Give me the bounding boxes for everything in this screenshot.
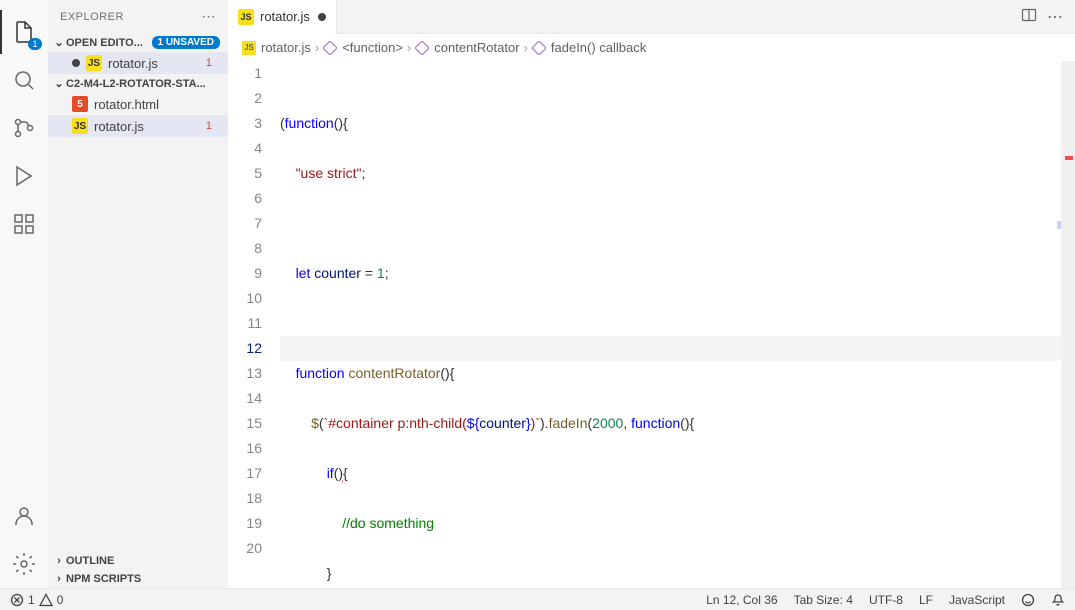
status-lncol[interactable]: Ln 12, Col 36: [706, 593, 777, 607]
code-content[interactable]: (function(){ "use strict"; let counter =…: [280, 61, 1061, 588]
status-bell-icon[interactable]: [1051, 593, 1065, 607]
status-language[interactable]: JavaScript: [949, 593, 1005, 607]
run-debug-icon[interactable]: [0, 152, 48, 200]
breadcrumb-sym2[interactable]: fadeIn() callback: [532, 40, 646, 55]
sidebar-more-icon[interactable]: ⋯: [202, 8, 217, 25]
activity-bar: 1: [0, 0, 48, 588]
warning-count: 0: [57, 593, 64, 607]
tab-bar: JS rotator.js ⋯: [228, 0, 1075, 34]
split-editor-icon[interactable]: [1021, 7, 1037, 27]
chevron-down-icon: ⌄: [52, 77, 66, 90]
editor-area: JS rotator.js ⋯ JS rotator.js › <f: [228, 0, 1075, 588]
search-icon[interactable]: [0, 56, 48, 104]
file-name: rotator.js: [108, 56, 158, 71]
npm-label: NPM SCRIPTS: [66, 573, 141, 585]
line-gutter: 1 2 3 4 5 6 7 8 9 10 11 12 13 14 15 16 1: [228, 61, 280, 588]
outline-label: OUTLINE: [66, 555, 114, 567]
code-editor[interactable]: 1 2 3 4 5 6 7 8 9 10 11 12 13 14 15 16 1: [228, 61, 1075, 588]
chevron-right-icon: ›: [52, 555, 66, 567]
minimap-error-marker: [1065, 156, 1073, 160]
extensions-icon[interactable]: [0, 200, 48, 248]
breadcrumb-sep-icon: ›: [524, 40, 528, 55]
status-feedback-icon[interactable]: [1021, 593, 1035, 607]
error-count: 1: [200, 120, 218, 132]
breadcrumb-file[interactable]: JS rotator.js: [242, 40, 311, 55]
js-file-icon: JS: [238, 9, 254, 25]
tab-label: rotator.js: [260, 9, 310, 24]
open-editors-section[interactable]: ⌄ OPEN EDITO... 1 UNSAVED: [48, 33, 228, 52]
breadcrumb-sym1[interactable]: contentRotator: [415, 40, 519, 55]
open-editor-item[interactable]: JS rotator.js 1: [48, 52, 228, 74]
breadcrumbs[interactable]: JS rotator.js › <function> › contentRota…: [228, 34, 1075, 61]
status-bar: 1 0 Ln 12, Col 36 Tab Size: 4 UTF-8 LF J…: [0, 588, 1075, 610]
sidebar: EXPLORER ⋯ ⌄ OPEN EDITO... 1 UNSAVED JS …: [48, 0, 228, 588]
status-eol[interactable]: LF: [919, 593, 933, 607]
npm-scripts-section[interactable]: › NPM SCRIPTS: [48, 570, 228, 588]
accounts-icon[interactable]: [0, 492, 48, 540]
js-file-icon: JS: [242, 41, 256, 55]
file-name: rotator.html: [94, 97, 159, 112]
modified-dot-icon: [72, 59, 80, 67]
status-problems[interactable]: 1 0: [10, 593, 63, 607]
status-tabsize[interactable]: Tab Size: 4: [794, 593, 853, 607]
html-file-icon: 5: [72, 96, 88, 112]
method-icon: [532, 41, 546, 55]
dirty-indicator-icon: [318, 13, 326, 21]
tab-rotator-js[interactable]: JS rotator.js: [228, 0, 337, 34]
more-actions-icon[interactable]: ⋯: [1047, 7, 1063, 27]
explorer-badge: 1: [28, 38, 42, 50]
explorer-icon[interactable]: 1: [0, 8, 48, 56]
open-editors-label: OPEN EDITO...: [66, 37, 143, 49]
error-count: 1: [200, 57, 218, 69]
breadcrumb-sep-icon: ›: [407, 40, 411, 55]
sidebar-title: EXPLORER: [60, 11, 124, 23]
unsaved-badge: 1 UNSAVED: [152, 36, 221, 49]
chevron-down-icon: ⌄: [52, 36, 66, 49]
file-item-html[interactable]: 5 rotator.html: [48, 93, 228, 115]
error-count: 1: [28, 593, 35, 607]
js-file-icon: JS: [72, 118, 88, 134]
source-control-icon[interactable]: [0, 104, 48, 152]
breadcrumb-fn[interactable]: <function>: [323, 40, 403, 55]
js-file-icon: JS: [86, 55, 102, 71]
breadcrumb-sep-icon: ›: [315, 40, 319, 55]
method-icon: [415, 41, 429, 55]
file-item-js[interactable]: JS rotator.js 1: [48, 115, 228, 137]
file-name: rotator.js: [94, 119, 144, 134]
folder-label: C2-M4-L2-ROTATOR-STA...: [66, 78, 206, 90]
sidebar-header: EXPLORER ⋯: [48, 0, 228, 33]
settings-gear-icon[interactable]: [0, 540, 48, 588]
method-icon: [323, 41, 337, 55]
chevron-right-icon: ›: [52, 573, 66, 585]
outline-section[interactable]: › OUTLINE: [48, 552, 228, 570]
status-encoding[interactable]: UTF-8: [869, 593, 903, 607]
folder-section[interactable]: ⌄ C2-M4-L2-ROTATOR-STA...: [48, 74, 228, 93]
minimap[interactable]: [1061, 61, 1075, 588]
